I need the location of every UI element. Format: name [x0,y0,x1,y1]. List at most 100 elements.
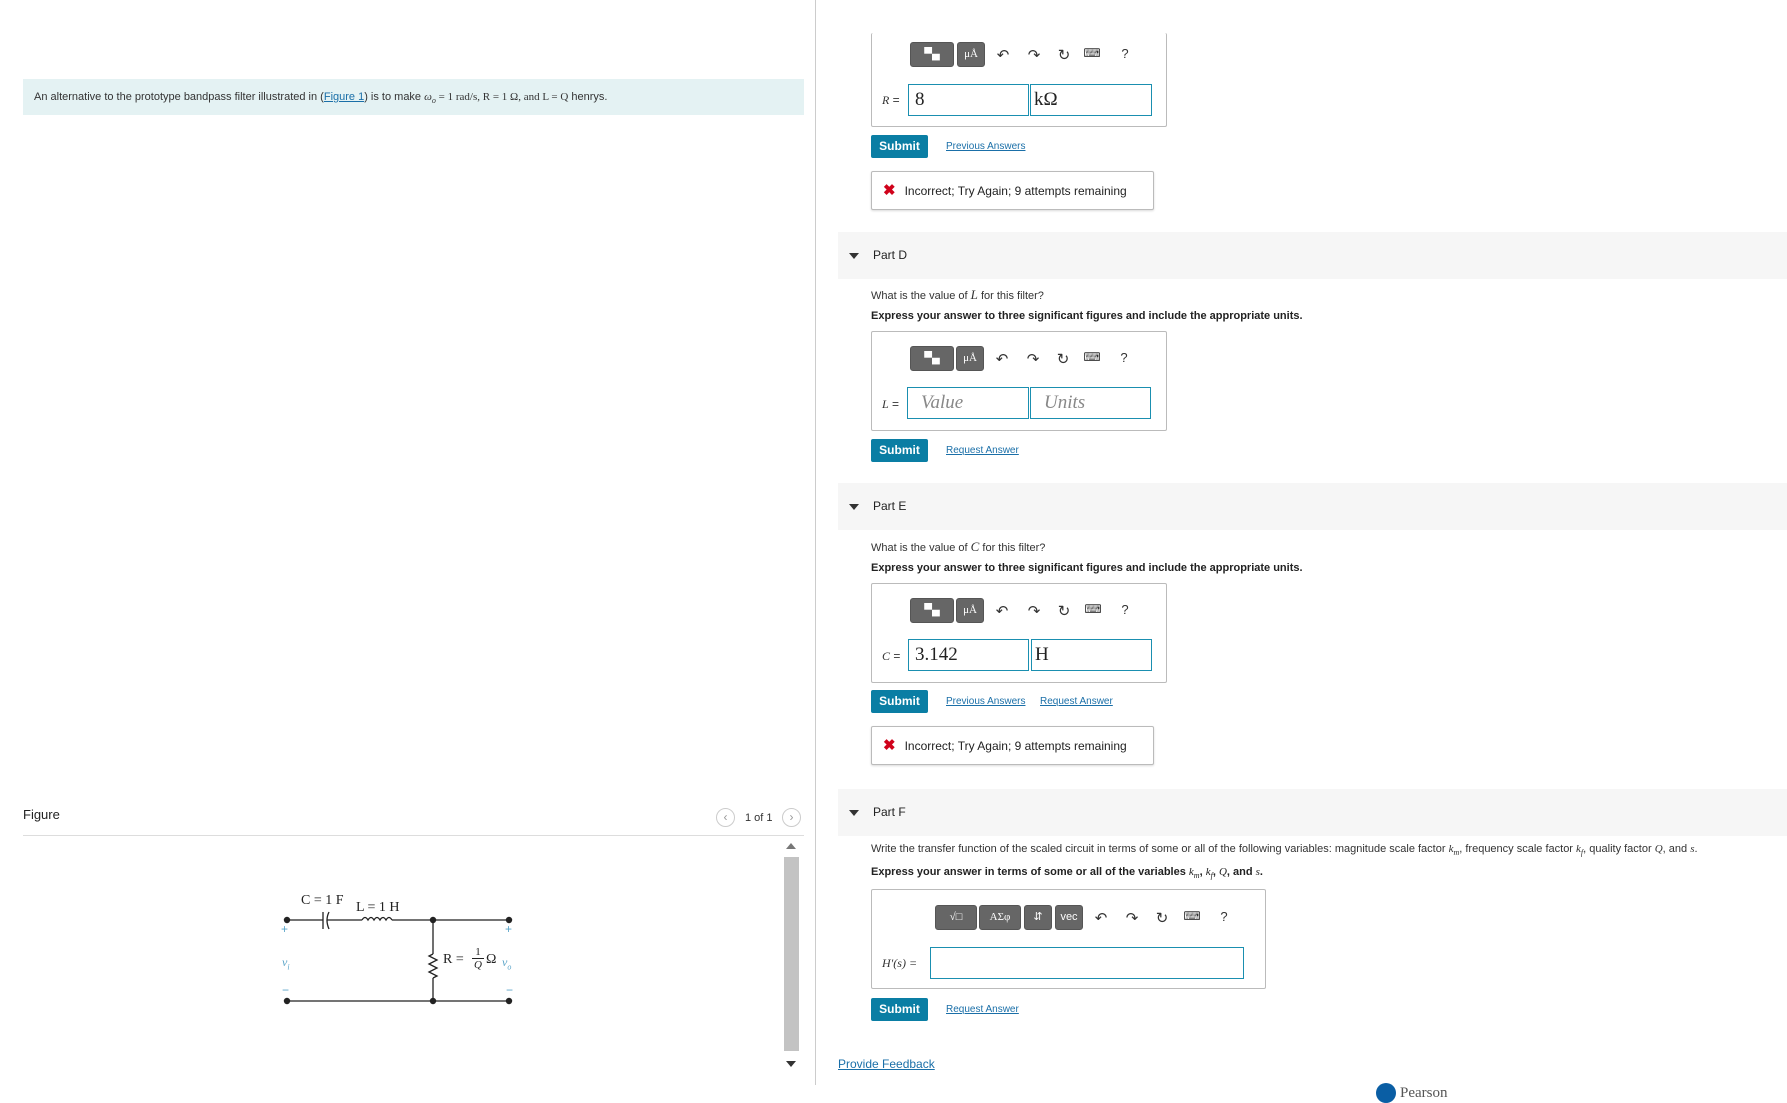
part-d-units-input[interactable]: Units [1030,387,1151,419]
q-symbol: Q [1218,866,1227,878]
units-button[interactable]: μÅ [956,346,984,371]
redo-icon[interactable]: ↷ [1122,909,1142,927]
reset-icon[interactable]: ↻ [1054,46,1074,64]
undo-icon[interactable]: ↶ [992,350,1012,368]
vector-button[interactable]: vec [1055,905,1083,930]
part-e-value-input[interactable]: 3.142 [908,639,1029,671]
part-e-header[interactable]: Part E [838,483,1787,530]
undo-icon[interactable]: ↶ [993,46,1013,64]
vo-minus: − [506,983,514,997]
help-button[interactable]: ? [1115,46,1135,61]
problem-end: henrys. [568,91,608,103]
reset-icon[interactable]: ↻ [1152,909,1172,927]
help-button[interactable]: ? [1214,909,1234,924]
keyboard-icon[interactable]: ⌨ [1083,602,1103,616]
part-c-value-input[interactable]: 8 [908,84,1029,116]
undo-icon[interactable]: ↶ [992,602,1012,620]
undo-icon[interactable]: ↶ [1091,909,1111,927]
part-d-instruction: Express your answer to three significant… [871,310,1303,322]
sqrt-template-button[interactable]: √□ [935,905,977,930]
part-f-title: Part F [873,805,906,819]
greek-letters-button[interactable]: ΑΣφ [979,905,1021,930]
part-d-submit-button[interactable]: Submit [871,439,928,462]
templates-icon[interactable]: ▀▄ [910,42,954,67]
part-f-instruction-a: Express your answer in terms of some or … [871,866,1189,878]
templates-icon[interactable]: ▀▄ [910,346,954,371]
capacitor-label: C = 1 F [301,893,344,908]
brand-name: Pearson [1400,1085,1448,1101]
problem-text-after: ) is to make [364,91,425,103]
units-button[interactable]: μÅ [956,598,984,623]
caret-down-icon[interactable] [849,810,859,816]
figure-pager-count: 1 of 1 [745,812,773,824]
redo-icon[interactable]: ↷ [1024,602,1044,620]
vi-label: vi [282,955,290,971]
part-d-request-answer-link[interactable]: Request Answer [946,445,1019,456]
part-c-submit-button[interactable]: Submit [871,135,928,158]
figure-divider [23,835,804,836]
resistor-label: R = [443,952,464,967]
keyboard-icon[interactable]: ⌨ [1082,350,1102,364]
keyboard-icon[interactable]: ⌨ [1082,46,1102,60]
part-e-previous-answers-link[interactable]: Previous Answers [946,696,1025,707]
part-f-question-a: Write the transfer function of the scale… [871,843,1449,855]
inductor-label: L = 1 H [356,900,400,915]
part-d-value-input[interactable]: Value [907,387,1029,419]
part-c-previous-answers-link[interactable]: Previous Answers [946,141,1025,152]
chevron-left-icon[interactable]: ‹ [716,808,735,827]
part-f-header[interactable]: Part F [838,789,1787,836]
scroll-down-icon[interactable] [786,1061,796,1067]
part-f-answer-input[interactable] [930,947,1244,979]
keyboard-icon[interactable]: ⌨ [1182,909,1202,923]
part-d-question: What is the value of L for this filter? [871,287,1044,303]
incorrect-icon: ✖ [883,737,896,754]
part-c-var: R [882,93,890,107]
help-button[interactable]: ? [1115,602,1135,617]
part-d-question-pre: What is the value of [871,290,971,302]
arrows-button[interactable]: ⇵ [1024,905,1052,930]
redo-icon[interactable]: ↷ [1023,350,1043,368]
part-f-var-label: H′(s) = [882,956,918,970]
omega-value: = 1 rad/s [435,91,478,103]
part-e-title: Part E [873,499,907,513]
resistor-unit: Ω [486,952,497,967]
figure-link[interactable]: Figure 1 [324,91,364,103]
part-d-question-post: for this filter? [977,290,1044,302]
part-e-question: What is the value of C for this filter? [871,539,1045,555]
redo-icon[interactable]: ↷ [1024,46,1044,64]
reset-icon[interactable]: ↻ [1053,350,1073,368]
part-f-request-answer-link[interactable]: Request Answer [946,1004,1019,1015]
part-e-var: C [882,649,891,663]
part-e-submit-button[interactable]: Submit [871,690,928,713]
part-f-question-c: , quality factor [1583,843,1655,855]
part-c-feedback: ✖ Incorrect; Try Again; 9 attempts remain… [871,171,1154,210]
part-c-units-input[interactable]: kΩ [1030,84,1152,116]
part-e-question-pre: What is the value of [871,542,971,554]
reset-icon[interactable]: ↻ [1054,602,1074,620]
part-f-instruction-c: , and [1226,866,1256,878]
part-d-title: Part D [873,248,908,262]
caret-down-icon[interactable] [849,253,859,259]
part-e-units-input[interactable]: H [1031,639,1152,671]
part-e-instruction: Express your answer to three significant… [871,562,1303,574]
part-c-var-label: R = [882,93,900,107]
part-f-submit-button[interactable]: Submit [871,998,928,1021]
vo-plus: + [505,922,513,936]
pane-divider[interactable] [815,0,816,1085]
part-d-header[interactable]: Part D [838,232,1787,279]
chevron-right-icon[interactable]: › [782,808,801,827]
part-e-var-label: C = [882,649,901,663]
part-e-request-answer-link[interactable]: Request Answer [1040,696,1113,707]
help-button[interactable]: ? [1114,350,1134,365]
incorrect-icon: ✖ [883,182,896,199]
units-button[interactable]: μÅ [957,42,985,67]
part-f-question-e: . [1694,843,1698,855]
part-e-question-post: for this filter? [979,542,1046,554]
figure-scrollbar-thumb[interactable] [784,857,799,1051]
templates-icon[interactable]: ▀▄ [910,598,954,623]
caret-down-icon[interactable] [849,504,859,510]
provide-feedback-link[interactable]: Provide Feedback [838,1057,935,1071]
part-f-instruction: Express your answer in terms of some or … [871,866,1263,880]
scroll-up-icon[interactable] [786,843,796,849]
resistance-condition: , R = 1 Ω [477,91,519,103]
